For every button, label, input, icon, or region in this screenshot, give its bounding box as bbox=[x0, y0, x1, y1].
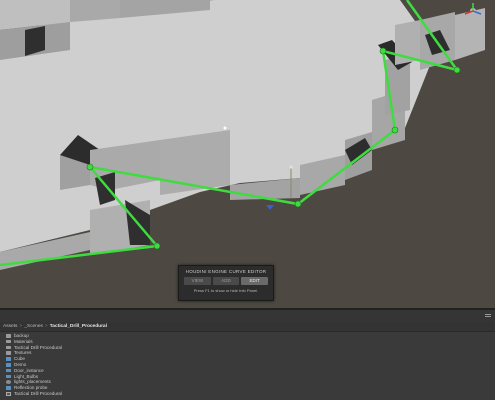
project-panel: Assets > _Scenes > Tactical_Drill_Procedural… bbox=[0, 322, 495, 400]
info-panel-hint: Press F1 to show or hide Info Panel. bbox=[193, 288, 259, 293]
folder-icon bbox=[6, 345, 11, 350]
scene-icon bbox=[6, 392, 11, 396]
list-item[interactable]: Tactical Drill Procedural bbox=[6, 391, 495, 397]
panel-toolbar bbox=[0, 310, 495, 322]
prefab-icon bbox=[6, 368, 11, 373]
curve-editor-title: HOUDINI ENGINE CURVE EDITOR bbox=[185, 269, 267, 274]
curve-point[interactable] bbox=[391, 126, 399, 134]
curve-point[interactable] bbox=[294, 200, 302, 208]
edit-button[interactable]: EDIT bbox=[241, 277, 269, 285]
floor-marker bbox=[223, 126, 227, 130]
curve-point[interactable] bbox=[453, 66, 461, 74]
curve-point[interactable] bbox=[379, 47, 387, 55]
asset-icon bbox=[6, 380, 11, 385]
curve-point[interactable] bbox=[86, 163, 94, 171]
curve-editor-panel: HOUDINI ENGINE CURVE EDITOR VIEW ADD EDI… bbox=[178, 265, 274, 301]
handle-center[interactable] bbox=[289, 165, 293, 169]
view-button[interactable]: VIEW bbox=[184, 277, 211, 285]
prefab-icon bbox=[6, 363, 11, 367]
handle-x-axis[interactable] bbox=[266, 205, 274, 210]
folder-icon bbox=[6, 351, 11, 356]
asset-label: Tactical Drill Procedural bbox=[14, 390, 62, 396]
breadcrumb-item[interactable]: _Scenes bbox=[24, 324, 43, 329]
prefab-icon bbox=[6, 374, 11, 379]
scene-render[interactable] bbox=[0, 0, 495, 308]
breadcrumb-item[interactable]: Assets bbox=[3, 324, 17, 329]
breadcrumb-item-current[interactable]: Tactical_Drill_Procedural bbox=[50, 324, 107, 329]
asset-list: backup Materials Tactical Drill Procedur… bbox=[0, 332, 495, 397]
folder-icon bbox=[6, 339, 11, 344]
folder-icon bbox=[6, 334, 11, 338]
scene-viewport[interactable]: HOUDINI ENGINE CURVE EDITOR VIEW ADD EDI… bbox=[0, 0, 495, 308]
add-button[interactable]: ADD bbox=[212, 277, 240, 285]
prefab-icon bbox=[6, 357, 11, 361]
panel-menu-icon[interactable] bbox=[484, 312, 492, 320]
prefab-icon bbox=[6, 386, 11, 390]
orientation-gizmo-icon[interactable] bbox=[457, 2, 489, 20]
curve-point[interactable] bbox=[153, 242, 161, 250]
breadcrumb: Assets > _Scenes > Tactical_Drill_Procedural bbox=[0, 322, 495, 332]
